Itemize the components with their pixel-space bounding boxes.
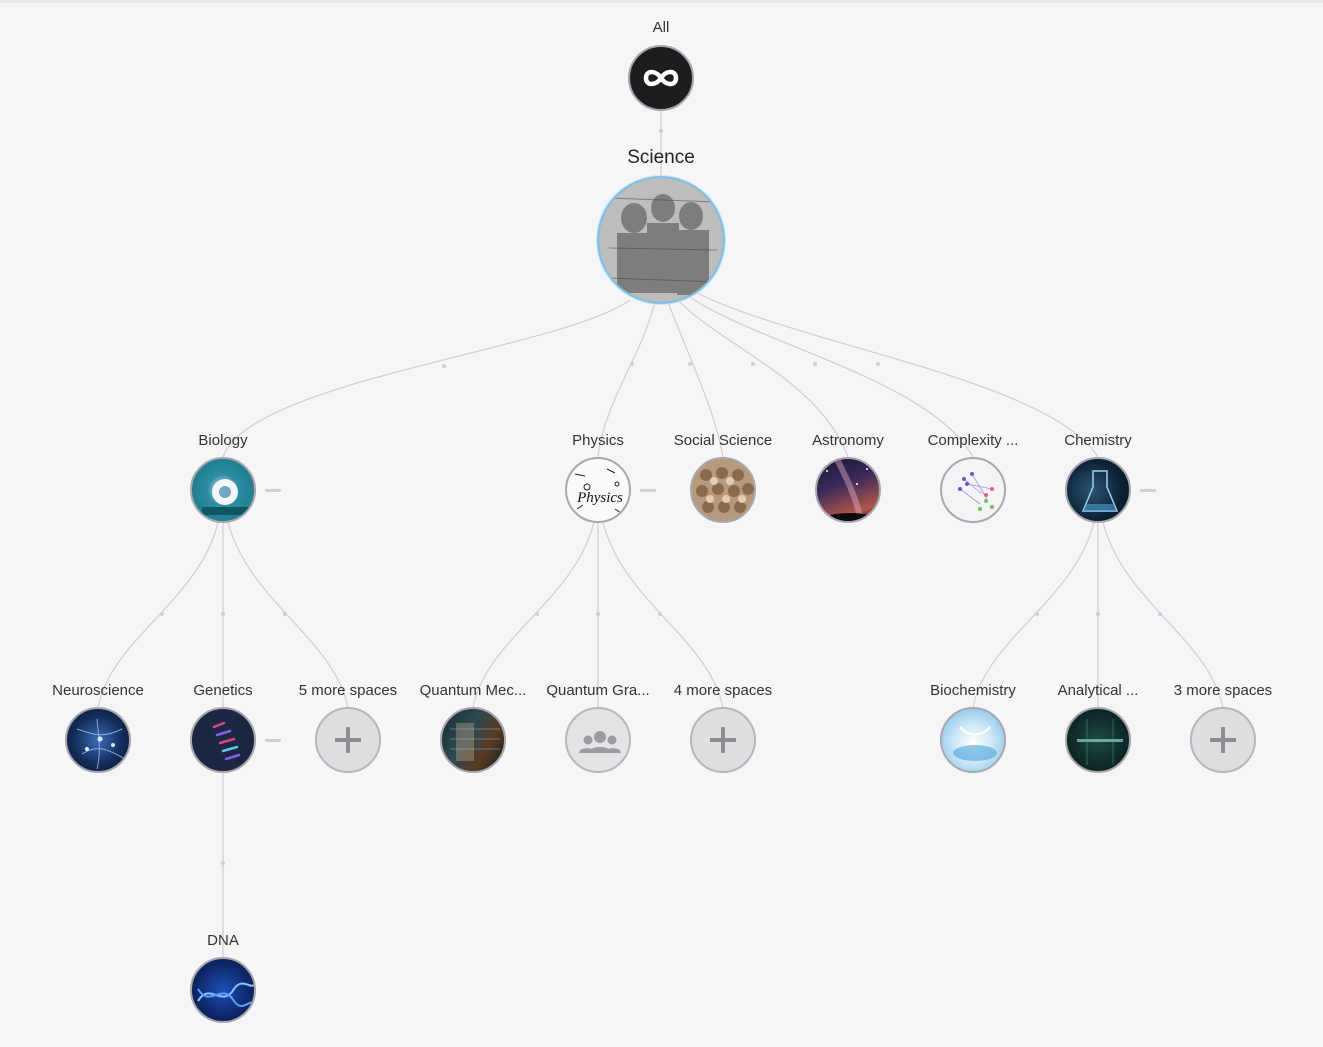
grandchild-label-quantum-mechanics: Quantum Mec... — [419, 682, 527, 699]
neuroscience-node[interactable] — [65, 707, 131, 773]
biology-node[interactable] — [190, 457, 256, 523]
more-spaces-biology-label: 5 more spaces — [298, 682, 398, 699]
genetics-node[interactable] — [190, 707, 256, 773]
astronomy-node[interactable] — [815, 457, 881, 523]
quantum-mechanics-node[interactable] — [440, 707, 506, 773]
child-label-social-science: Social Science — [673, 432, 773, 449]
more-spaces-chemistry-button[interactable] — [1190, 707, 1256, 773]
collapse-biology-button[interactable] — [265, 489, 281, 492]
svg-text:Physics: Physics — [576, 490, 623, 506]
child-label-physics: Physics — [572, 432, 624, 449]
more-spaces-biology-button[interactable] — [315, 707, 381, 773]
child-label-chemistry: Chemistry — [1064, 432, 1132, 449]
grandchild-label-analytical: Analytical ... — [1057, 682, 1139, 699]
more-spaces-chemistry-label: 3 more spaces — [1173, 682, 1273, 699]
more-spaces-physics-label: 4 more spaces — [673, 682, 773, 699]
dna-node[interactable] — [190, 957, 256, 1023]
analytical-chemistry-node[interactable] — [1065, 707, 1131, 773]
quantum-gravity-node[interactable] — [565, 707, 631, 773]
biochemistry-node[interactable] — [940, 707, 1006, 773]
child-label-biology: Biology — [198, 432, 248, 449]
collapse-chemistry-button[interactable] — [1140, 489, 1156, 492]
physics-node[interactable]: Physics — [565, 457, 631, 523]
root-node[interactable] — [628, 45, 694, 111]
grandchild-label-biochemistry: Biochemistry — [930, 682, 1016, 699]
current-space-title: Science — [627, 147, 695, 168]
more-spaces-physics-button[interactable] — [690, 707, 756, 773]
grandchild-label-genetics: Genetics — [193, 682, 253, 699]
complexity-node[interactable] — [940, 457, 1006, 523]
grandchild-label-dna: DNA — [207, 932, 239, 949]
infinity-icon — [630, 47, 692, 109]
root-label: All — [652, 19, 670, 36]
vintage-photo-image — [599, 178, 723, 302]
child-label-complexity: Complexity ... — [927, 432, 1019, 449]
child-label-astronomy: Astronomy — [812, 432, 884, 449]
grandchild-label-quantum-gravity: Quantum Gra... — [546, 682, 650, 699]
chemistry-node[interactable] — [1065, 457, 1131, 523]
grandchild-label-neuroscience: Neuroscience — [52, 682, 144, 699]
science-node[interactable] — [597, 176, 725, 304]
collapse-genetics-button[interactable] — [265, 739, 281, 742]
social-science-node[interactable] — [690, 457, 756, 523]
collapse-physics-button[interactable] — [640, 489, 656, 492]
